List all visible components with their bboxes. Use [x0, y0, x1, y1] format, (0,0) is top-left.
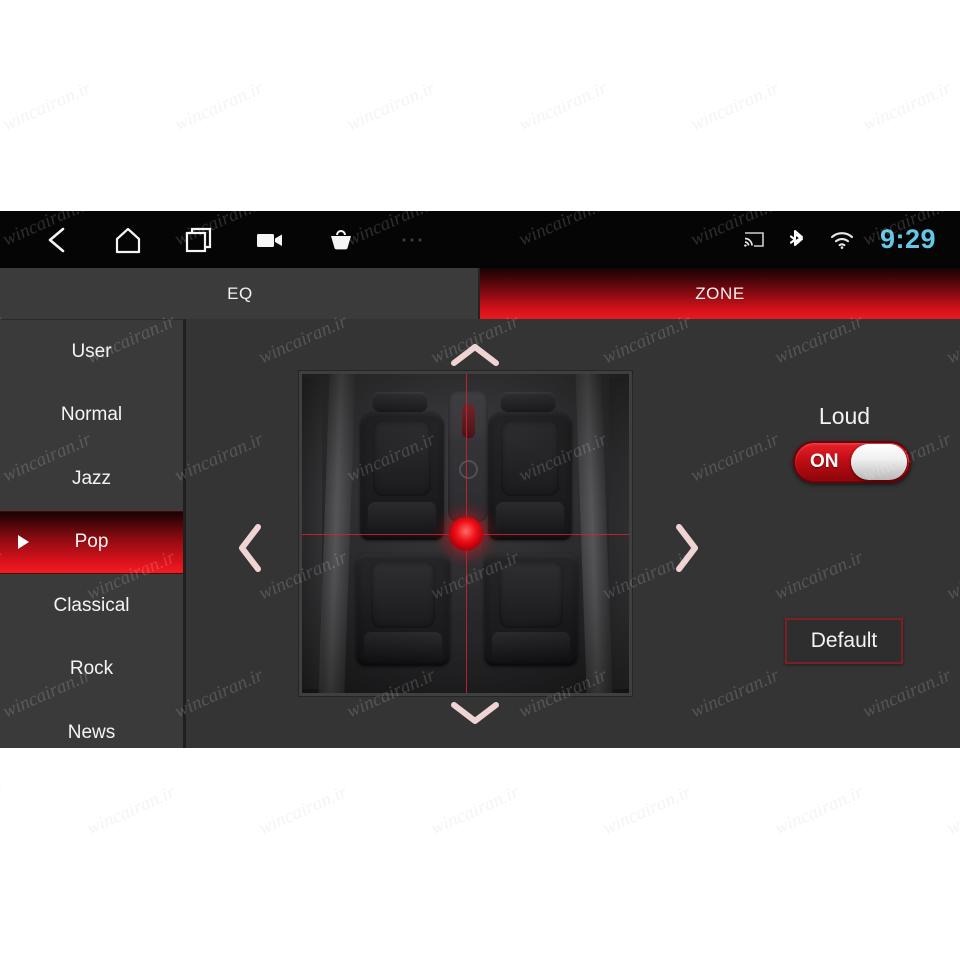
watermark-text: wincairan.ir — [771, 781, 867, 840]
preset-label: User — [71, 340, 112, 362]
navigation-buttons — [30, 211, 429, 268]
loud-label: Loud — [818, 403, 871, 429]
bluetooth-icon — [786, 228, 810, 252]
loud-toggle-state: ON — [810, 451, 839, 472]
basket-icon[interactable] — [324, 223, 358, 257]
loud-toggle-knob[interactable] — [851, 444, 907, 480]
watermark-text: wincairan.ir — [83, 781, 179, 840]
status-clock: 9:29 — [879, 224, 936, 254]
seat-rear-right — [484, 554, 578, 666]
zone-up-arrow-icon[interactable] — [447, 335, 503, 375]
zone-right-arrow-icon[interactable] — [666, 518, 708, 578]
preset-label: News — [67, 721, 116, 743]
selected-marker-icon — [18, 535, 29, 550]
status-bar: 9:29 — [0, 211, 960, 268]
car-interior-view[interactable] — [299, 371, 632, 696]
preset-item-pop[interactable]: Pop — [0, 510, 183, 574]
watermark-text: wincairan.ir — [687, 77, 783, 136]
preset-label: Rock — [69, 658, 114, 680]
preset-label: Jazz — [71, 467, 112, 489]
back-icon[interactable] — [40, 223, 74, 257]
preset-label: Pop — [74, 531, 109, 553]
preset-item-news[interactable]: News — [0, 701, 183, 748]
screenshot-root: 9:29 EQ ZONE User Normal Jazz Pop Classi… — [0, 0, 960, 960]
zone-controls: Loud ON Default — [729, 319, 960, 748]
recents-icon[interactable] — [182, 223, 216, 257]
watermark-text: wincairan.ir — [171, 77, 267, 136]
tab-zone[interactable]: ZONE — [480, 268, 960, 319]
default-button[interactable]: Default — [785, 618, 903, 664]
watermark-text: wincairan.ir — [859, 77, 955, 136]
preset-item-user[interactable]: User — [0, 320, 183, 384]
watermark-text: wincairan.ir — [515, 77, 611, 136]
seat-front-right — [488, 412, 572, 540]
sound-focus-point[interactable] — [448, 516, 483, 551]
watermark-text: wincairan.ir — [943, 781, 960, 840]
preset-label: Normal — [60, 404, 123, 426]
cast-icon — [742, 228, 766, 252]
watermark-text: wincairan.ir — [427, 781, 523, 840]
eq-preset-list: User Normal Jazz Pop Classical Rock News — [0, 319, 186, 748]
loud-toggle[interactable]: ON — [793, 441, 911, 483]
preset-item-classical[interactable]: Classical — [0, 574, 183, 638]
system-status-icons: 9:29 — [742, 211, 936, 268]
preset-label: Classical — [53, 594, 130, 616]
watermark-text: wincairan.ir — [343, 77, 439, 136]
console-dial — [459, 460, 478, 479]
home-icon[interactable] — [111, 223, 145, 257]
zone-down-arrow-icon[interactable] — [447, 693, 503, 733]
mode-tabs: EQ ZONE — [0, 268, 960, 319]
tab-eq-label: EQ — [227, 283, 253, 303]
preset-item-rock[interactable]: Rock — [0, 638, 183, 702]
tab-zone-label: ZONE — [695, 283, 745, 303]
tab-eq[interactable]: EQ — [0, 268, 480, 319]
preset-item-jazz[interactable]: Jazz — [0, 447, 183, 511]
content-area: User Normal Jazz Pop Classical Rock News… — [0, 319, 960, 748]
seat-rear-left — [356, 554, 450, 666]
headrest-front-right — [500, 392, 556, 412]
headrest-front-left — [372, 392, 428, 412]
preset-item-normal[interactable]: Normal — [0, 384, 183, 448]
watermark-text: wincairan.ir — [0, 781, 7, 840]
overflow-dots-icon — [395, 223, 429, 257]
head-unit-screen: 9:29 EQ ZONE User Normal Jazz Pop Classi… — [0, 211, 960, 748]
zone-stage: Loud ON Default — [189, 319, 960, 748]
watermark-text: wincairan.ir — [0, 77, 95, 136]
camera-icon[interactable] — [253, 223, 287, 257]
seat-front-left — [360, 412, 444, 540]
gear-shifter — [462, 404, 475, 438]
watermark-text: wincairan.ir — [255, 781, 351, 840]
zone-left-arrow-icon[interactable] — [229, 518, 271, 578]
watermark-text: wincairan.ir — [599, 781, 695, 840]
wifi-icon — [830, 228, 854, 252]
default-button-label: Default — [810, 629, 878, 652]
